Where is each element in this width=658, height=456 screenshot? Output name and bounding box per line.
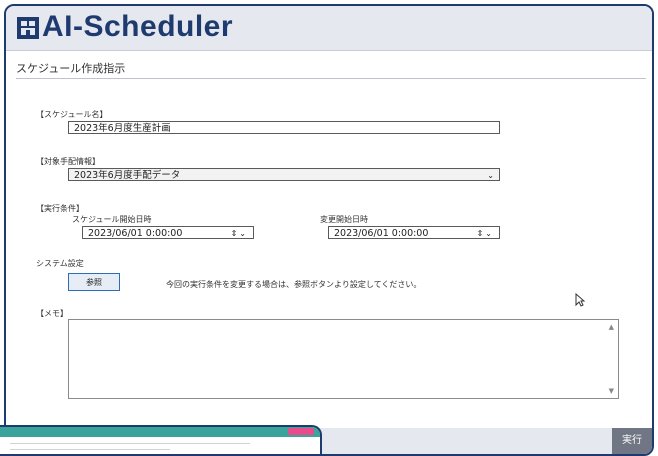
mouse-cursor-icon: [575, 293, 585, 307]
change-datetime-input[interactable]: 2023/06/01 0:00:00 ⇕⌄: [328, 226, 500, 239]
app-title: AI-Scheduler: [42, 10, 234, 43]
thumbnail-line: [10, 449, 170, 450]
thumbnail-header-bar: [0, 427, 320, 437]
schedule-name-input[interactable]: 2023年6月度生産計画: [68, 121, 500, 134]
memo-label: 【メモ】: [36, 309, 68, 318]
schedule-name-label: 【スケジュール名】: [36, 110, 108, 119]
thumbnail-line: [10, 443, 250, 444]
app-window: AI-Scheduler スケジュール作成指示 【スケジュール名】 2023年6…: [4, 4, 654, 456]
thumbnail-badge: [288, 428, 314, 435]
app-header: AI-Scheduler: [6, 6, 652, 51]
chevron-down-icon: ⌄: [487, 171, 494, 180]
run-button[interactable]: 実行: [612, 428, 652, 454]
start-datetime-value: 2023/06/01 0:00:00: [88, 228, 183, 239]
reference-hint: 今回の実行条件を変更する場合は、参照ボタンより設定してください。: [166, 280, 422, 289]
conditions-label: 【実行条件】: [36, 204, 84, 213]
change-datetime-label: 変更開始日時: [320, 215, 368, 224]
title-divider: [16, 78, 646, 79]
scroll-down-icon[interactable]: ▼: [609, 387, 614, 395]
change-datetime-value: 2023/06/01 0:00:00: [334, 228, 429, 239]
target-info-selected: 2023年6月度手配データ: [74, 170, 181, 181]
building-logo-icon: [17, 17, 39, 39]
spinner-chevron-icon[interactable]: ⇕⌄: [477, 227, 494, 240]
system-settings-label: システム設定: [36, 259, 84, 268]
spinner-chevron-icon[interactable]: ⇕⌄: [231, 227, 248, 240]
start-datetime-label: スケジュール開始日時: [72, 215, 152, 224]
scroll-up-icon[interactable]: ▲: [609, 323, 614, 331]
thumbnail-overlay: [0, 425, 322, 456]
reference-button[interactable]: 参照: [68, 273, 120, 291]
memo-textarea[interactable]: ▲ ▼: [68, 319, 619, 399]
target-info-label: 【対象手配情報】: [36, 157, 100, 166]
target-info-select[interactable]: 2023年6月度手配データ ⌄: [68, 168, 500, 181]
start-datetime-input[interactable]: 2023/06/01 0:00:00 ⇕⌄: [82, 226, 254, 239]
page-title: スケジュール作成指示: [16, 62, 126, 75]
